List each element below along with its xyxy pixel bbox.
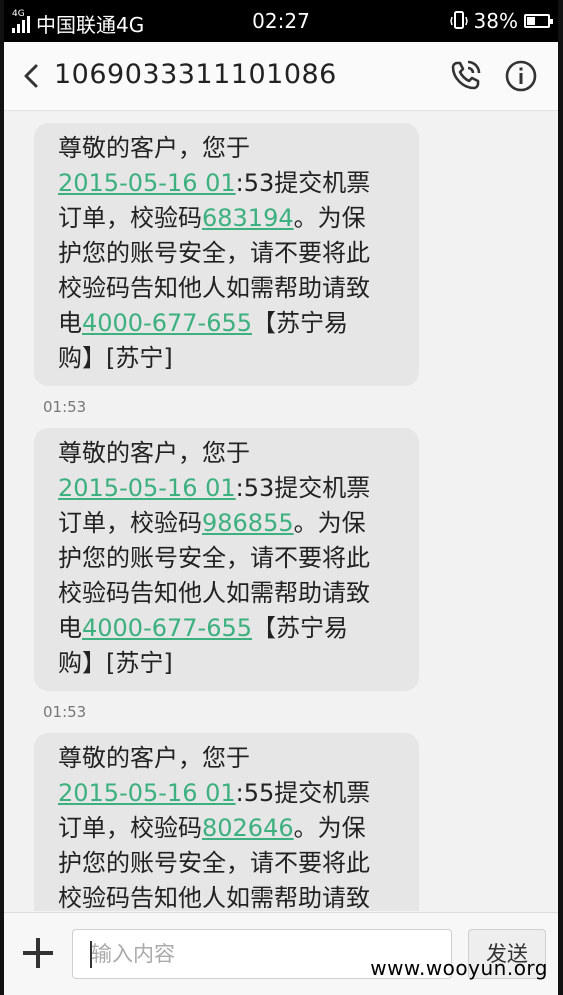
code-link[interactable]: 986855 (202, 509, 294, 537)
message-text-line: 订单，校验码986855。为保 (58, 506, 401, 541)
phone-call-icon[interactable] (449, 58, 483, 92)
code-link[interactable]: 802646 (202, 814, 294, 842)
phone-link[interactable]: 4000-677-655 (82, 309, 252, 337)
battery-fill (527, 17, 535, 25)
message-text: 。为保 (293, 204, 366, 232)
status-bar: 4G 中国联通4G 02:27 38% (4, 0, 558, 42)
text-cursor (90, 941, 92, 968)
battery-percent: 38% (473, 9, 518, 33)
message-text: 电 (58, 614, 82, 642)
datetime-link[interactable]: 2015-05-16 01 (58, 474, 236, 502)
message-text-line: 购】[苏宁] (58, 649, 173, 677)
message-text: 订单，校验码 (58, 509, 202, 537)
message-text-line: 电4000-677-655【苏宁易 (58, 306, 401, 341)
message-text-line: 2015-05-16 01:55提交机票 (58, 776, 401, 811)
message-time: 01:53 (43, 703, 87, 721)
message-bubble[interactable]: 尊敬的客户，您于 2015-05-16 01:55提交机票 订单，校验码8026… (34, 733, 419, 911)
message-text-line: 护您的账号安全，请不要将此 (58, 544, 370, 572)
message-text: 。为保 (293, 814, 366, 842)
phone-link[interactable]: 4000-677-655 (82, 614, 252, 642)
info-icon[interactable] (504, 59, 538, 93)
message-text-line: 尊敬的客户，您于 (58, 744, 250, 772)
plus-icon[interactable] (20, 935, 56, 971)
battery-icon (524, 14, 553, 28)
phone-screen: 4G 中国联通4G 02:27 38% 1069033311101086 尊敬的… (4, 0, 558, 995)
contact-number: 1069033311101086 (54, 59, 337, 90)
message-text-line: 2015-05-16 01:53提交机票 (58, 471, 401, 506)
message-text-line: 校验码告知他人如需帮助请致 (58, 274, 370, 302)
message-text-line: 2015-05-16 01:53提交机票 (58, 166, 401, 201)
message-text-line: 护您的账号安全，请不要将此 (58, 239, 370, 267)
status-right: 38% (449, 9, 553, 33)
message-bubble[interactable]: 尊敬的客户，您于 2015-05-16 01:53提交机票 订单，校验码9868… (34, 428, 419, 691)
message-text-line: 购】[苏宁] (58, 344, 173, 372)
message-text-line: 校验码告知他人如需帮助请致 (58, 579, 370, 607)
message-text-line: 尊敬的客户，您于 (58, 134, 250, 162)
back-arrow-icon[interactable] (16, 60, 48, 92)
message-bubble[interactable]: 尊敬的客户，您于 2015-05-16 01:53提交机票 订单，校验码6831… (34, 123, 419, 386)
message-text-line: 订单，校验码802646。为保 (58, 811, 401, 846)
compose-bar: 输入内容 发送 www.wooyun.org (4, 912, 558, 995)
message-text: 订单，校验码 (58, 814, 202, 842)
message-text-line: 电4000-677-655【苏宁易 (58, 611, 401, 646)
message-text-line: 尊敬的客户，您于 (58, 439, 250, 467)
message-text: :55提交机票 (235, 779, 371, 807)
code-link[interactable]: 683194 (202, 204, 294, 232)
message-text-line: 订单，校验码683194。为保 (58, 201, 401, 236)
message-text-line: 护您的账号安全，请不要将此 (58, 849, 370, 877)
message-text: :53提交机票 (235, 169, 371, 197)
message-text: 【苏宁易 (252, 614, 349, 642)
conversation-header: 1069033311101086 (4, 42, 558, 111)
datetime-link[interactable]: 2015-05-16 01 (58, 169, 236, 197)
input-placeholder: 输入内容 (91, 942, 175, 966)
message-item: 尊敬的客户，您于 2015-05-16 01:53提交机票 订单，校验码6831… (34, 123, 419, 416)
message-item: 尊敬的客户，您于 2015-05-16 01:53提交机票 订单，校验码9868… (34, 428, 419, 721)
message-text: 电 (58, 309, 82, 337)
datetime-link[interactable]: 2015-05-16 01 (58, 779, 236, 807)
watermark: www.wooyun.org (370, 956, 548, 980)
message-text-line: 校验码告知他人如需帮助请致 (58, 884, 370, 911)
message-text: :53提交机票 (235, 474, 371, 502)
message-text: 【苏宁易 (252, 309, 349, 337)
message-list[interactable]: 尊敬的客户，您于 2015-05-16 01:53提交机票 订单，校验码6831… (4, 111, 558, 911)
vibrate-icon (449, 11, 468, 29)
message-text: 。为保 (293, 509, 366, 537)
message-time: 01:53 (43, 398, 87, 416)
message-text: 订单，校验码 (58, 204, 202, 232)
message-item: 尊敬的客户，您于 2015-05-16 01:55提交机票 订单，校验码8026… (34, 733, 419, 911)
